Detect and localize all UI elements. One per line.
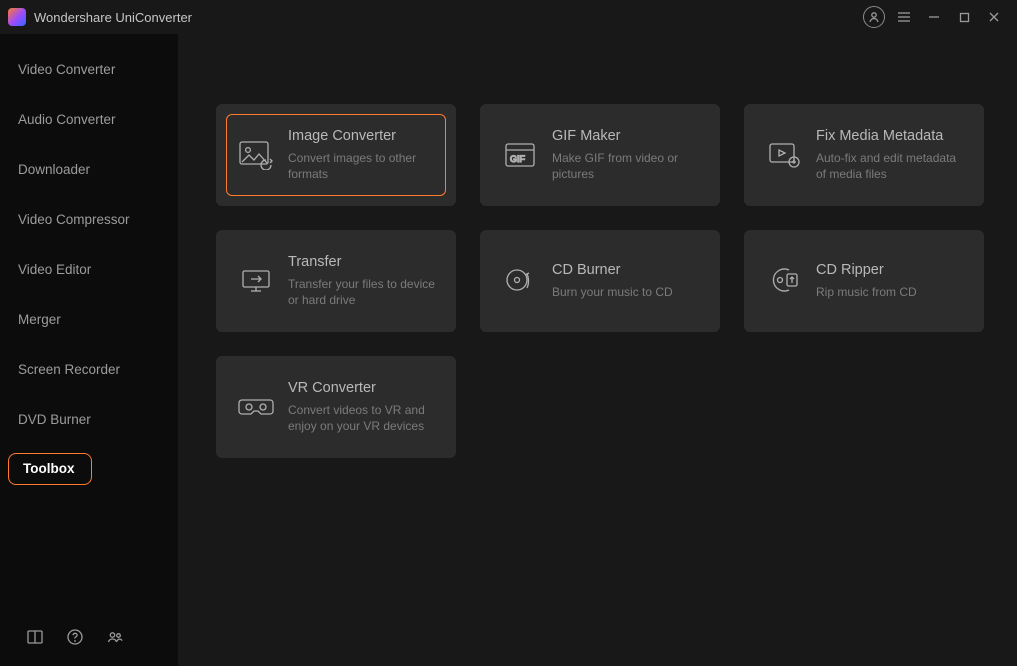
sidebar-item-video-compressor[interactable]: Video Compressor [0, 194, 178, 244]
tool-desc: Transfer your files to device or hard dr… [288, 276, 438, 308]
account-icon [863, 6, 885, 28]
sidebar-item-label: Downloader [18, 162, 90, 177]
tool-grid: Image Converter Convert images to other … [216, 104, 985, 458]
tool-desc: Burn your music to CD [552, 284, 673, 300]
gif-icon: GIF [498, 133, 542, 177]
tool-desc: Rip music from CD [816, 284, 917, 300]
sidebar-item-audio-converter[interactable]: Audio Converter [0, 94, 178, 144]
app-title: Wondershare UniConverter [34, 10, 192, 25]
tool-desc: Auto-fix and edit metadata of media file… [816, 150, 966, 182]
sidebar-item-downloader[interactable]: Downloader [0, 144, 178, 194]
people-icon [106, 628, 124, 646]
sidebar-item-screen-recorder[interactable]: Screen Recorder [0, 344, 178, 394]
tool-desc: Convert videos to VR and enjoy on your V… [288, 402, 438, 434]
sidebar-nav: Video Converter Audio Converter Download… [0, 44, 178, 494]
hamburger-icon [897, 10, 911, 24]
sidebar-item-label: Video Compressor [18, 212, 130, 227]
sidebar-item-dvd-burner[interactable]: DVD Burner [0, 394, 178, 444]
cdburner-icon [498, 259, 542, 303]
tool-title: Image Converter [288, 128, 438, 144]
tool-card-vr-converter[interactable]: VR Converter Convert videos to VR and en… [216, 356, 456, 458]
app-logo-icon [8, 8, 26, 26]
minimize-button[interactable] [919, 2, 949, 32]
content: Image Converter Convert images to other … [178, 34, 1017, 666]
tool-card-cd-burner[interactable]: CD Burner Burn your music to CD [480, 230, 720, 332]
maximize-button[interactable] [949, 2, 979, 32]
tool-card-fix-metadata[interactable]: Fix Media Metadata Auto-fix and edit met… [744, 104, 984, 206]
menu-button[interactable] [889, 2, 919, 32]
tool-card-image-converter[interactable]: Image Converter Convert images to other … [216, 104, 456, 206]
sidebar-item-label: Video Editor [18, 262, 91, 277]
sidebar-item-label: Toolbox [8, 453, 92, 485]
metadata-icon [762, 133, 806, 177]
close-button[interactable] [979, 2, 1009, 32]
sidebar-item-label: Merger [18, 312, 61, 327]
vr-icon [234, 385, 278, 429]
help-icon [66, 628, 84, 646]
book-icon [26, 628, 44, 646]
sidebar-item-merger[interactable]: Merger [0, 294, 178, 344]
image-icon [234, 133, 278, 177]
sidebar-item-video-editor[interactable]: Video Editor [0, 244, 178, 294]
community-button[interactable] [106, 628, 124, 646]
tool-title: GIF Maker [552, 128, 702, 144]
tool-title: CD Ripper [816, 262, 917, 278]
svg-text:GIF: GIF [510, 154, 526, 164]
tool-title: Transfer [288, 254, 438, 270]
tool-card-cd-ripper[interactable]: CD Ripper Rip music from CD [744, 230, 984, 332]
tool-desc: Convert images to other formats [288, 150, 438, 182]
minimize-icon [928, 11, 940, 23]
transfer-icon [234, 259, 278, 303]
account-button[interactable] [859, 2, 889, 32]
sidebar-item-video-converter[interactable]: Video Converter [0, 44, 178, 94]
tool-card-transfer[interactable]: Transfer Transfer your files to device o… [216, 230, 456, 332]
sidebar-item-label: Audio Converter [18, 112, 116, 127]
titlebar: Wondershare UniConverter [0, 0, 1017, 34]
sidebar-item-toolbox[interactable]: Toolbox [0, 444, 178, 494]
tutorial-button[interactable] [26, 628, 44, 646]
sidebar: Video Converter Audio Converter Download… [0, 34, 178, 666]
sidebar-item-label: DVD Burner [18, 412, 91, 427]
help-button[interactable] [66, 628, 84, 646]
tool-title: VR Converter [288, 380, 438, 396]
tool-card-gif-maker[interactable]: GIF GIF Maker Make GIF from video or pic… [480, 104, 720, 206]
sidebar-item-label: Video Converter [18, 62, 115, 77]
maximize-icon [959, 12, 970, 23]
tool-desc: Make GIF from video or pictures [552, 150, 702, 182]
sidebar-item-label: Screen Recorder [18, 362, 120, 377]
tool-title: Fix Media Metadata [816, 128, 966, 144]
cdripper-icon [762, 259, 806, 303]
close-icon [988, 11, 1000, 23]
sidebar-bottom [0, 628, 178, 666]
tool-title: CD Burner [552, 262, 673, 278]
